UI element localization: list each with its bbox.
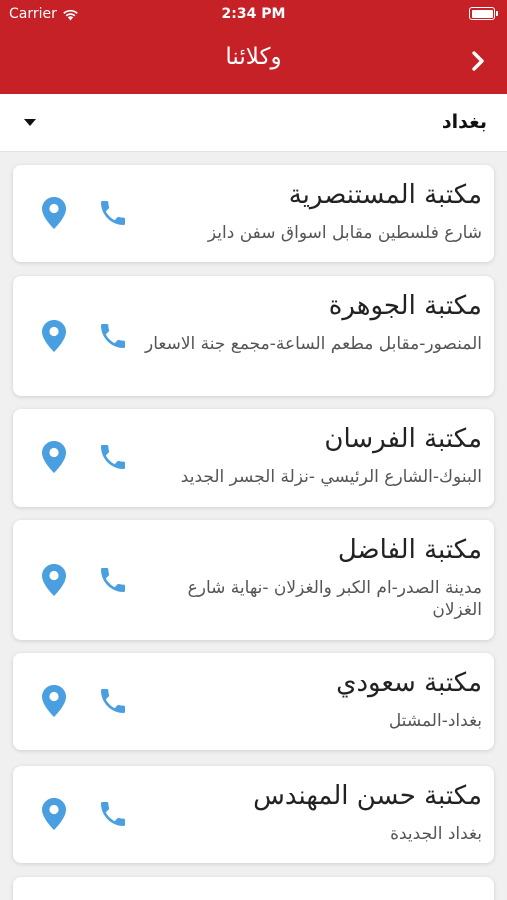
back-button[interactable]	[467, 48, 489, 74]
agent-name: مكتبة المستنصرية	[288, 180, 482, 210]
phone-icon[interactable]	[97, 197, 129, 229]
location-pin-icon[interactable]	[41, 563, 67, 597]
status-bar: Carrier 2:34 PM	[0, 0, 507, 30]
agent-name: مكتبة سعودي	[336, 668, 482, 698]
agent-address: بغداد-المشتل	[388, 711, 482, 731]
agent-card[interactable]: مكتبة المستنصرية شارع فلسطين مقابل اسواق …	[13, 165, 494, 262]
phone-icon[interactable]	[97, 441, 129, 473]
agent-card[interactable]: مكتبة سعودي بغداد-المشتل	[13, 653, 494, 750]
agent-address: بغداد الجديدة	[390, 824, 482, 844]
city-dropdown[interactable]: بغداد	[0, 94, 507, 152]
phone-icon[interactable]	[97, 564, 129, 596]
chevron-right-icon	[472, 51, 484, 71]
agent-address: المنصور-مقابل مطعم الساعة-مجمع جنة الاسع…	[144, 334, 482, 354]
agent-card[interactable]: مكتبة الفاضل مدينة الصدر-ام الكبر والغزلا…	[13, 520, 494, 640]
agent-card[interactable]: مكتبة الجوهرة المنصور-مقابل مطعم الساعة-م…	[13, 276, 494, 396]
page-title: وكلائنا	[225, 44, 282, 70]
location-pin-icon[interactable]	[41, 196, 67, 230]
agent-name: مكتبة الجوهرة	[328, 291, 482, 321]
location-pin-icon[interactable]	[41, 797, 67, 831]
phone-icon[interactable]	[97, 798, 129, 830]
app-header: Carrier 2:34 PM وكلائنا	[0, 0, 507, 94]
status-time: 2:34 PM	[221, 6, 286, 22]
battery-icon	[469, 7, 498, 20]
agent-name: مكتبة حسن المهندس	[253, 781, 482, 811]
agent-card[interactable]: مكتبة الفرسان البنوك-الشارع الرئيسي -نزلة…	[13, 409, 494, 507]
location-pin-icon[interactable]	[41, 684, 67, 718]
agent-address: شارع فلسطين مقابل اسواق سفن دايز	[207, 223, 482, 243]
agent-address: البنوك-الشارع الرئيسي -نزلة الجسر الجديد	[180, 467, 482, 487]
phone-icon[interactable]	[97, 685, 129, 717]
agent-name: مكتبة الفرسان	[324, 424, 482, 454]
phone-icon[interactable]	[97, 320, 129, 352]
agent-card[interactable]	[13, 877, 494, 900]
city-selected-value: بغداد	[441, 111, 487, 133]
agent-address: مدينة الصدر-ام الكبر والغزلان -نهاية شار…	[187, 578, 482, 620]
location-pin-icon[interactable]	[41, 319, 67, 353]
agent-name: مكتبة الفاضل	[337, 535, 482, 565]
caret-down-icon	[24, 119, 36, 126]
agent-card[interactable]: مكتبة حسن المهندس بغداد الجديدة	[13, 766, 494, 863]
location-pin-icon[interactable]	[41, 440, 67, 474]
